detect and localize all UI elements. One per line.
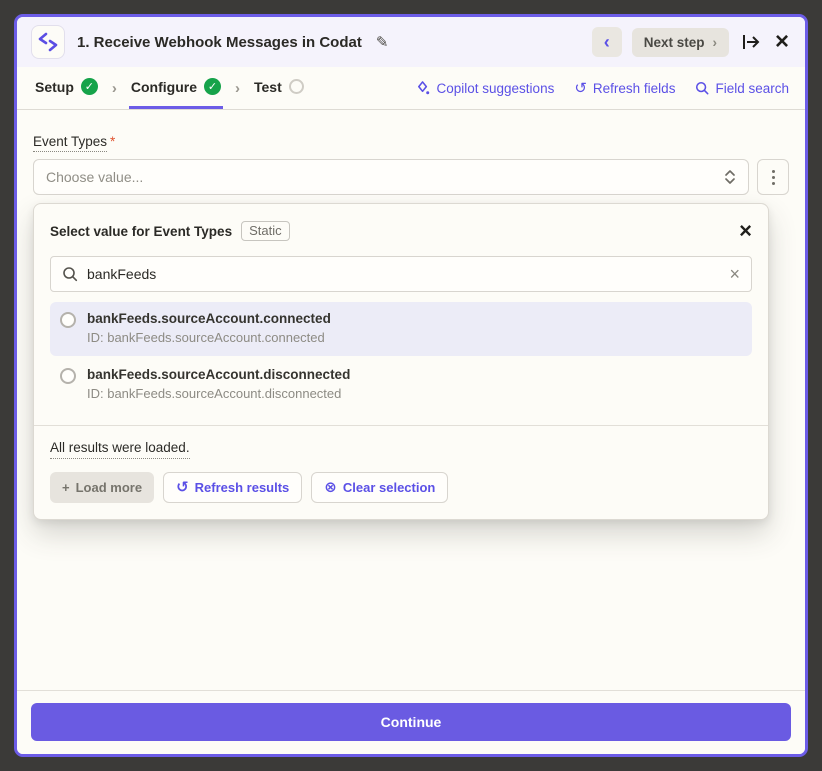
modal-footer-buttons: + Load more ↺ Refresh results ⊗ Clear se… <box>50 472 752 503</box>
option-label: bankFeeds.sourceAccount.connected <box>87 310 331 329</box>
close-icon: × <box>775 30 789 54</box>
close-icon: × <box>739 218 752 243</box>
modal-header: Select value for Event Types Static × <box>34 204 768 242</box>
codat-logo-icon <box>38 32 58 52</box>
modal-footer: All results were loaded. + Load more ↺ R… <box>34 426 768 519</box>
close-panel-button[interactable]: × <box>773 28 791 56</box>
event-types-field-row: Choose value... <box>33 159 789 195</box>
configure-complete-icon: ✓ <box>204 78 221 95</box>
event-types-dropdown[interactable]: Choose value... <box>33 159 749 195</box>
refresh-fields-button[interactable]: ↺ Refresh fields <box>574 81 675 96</box>
option-label: bankFeeds.sourceAccount.disconnected <box>87 366 350 385</box>
modal-title: Select value for Event Types <box>50 224 232 239</box>
field-options-menu-button[interactable] <box>757 159 789 195</box>
header-actions: ‹ Next step › × <box>592 27 791 57</box>
modal-close-button[interactable]: × <box>739 220 752 242</box>
dots-vertical-icon <box>772 170 775 173</box>
option-search-box: × <box>50 256 752 292</box>
next-step-button[interactable]: Next step › <box>632 28 729 57</box>
option-row-connected[interactable]: bankFeeds.sourceAccount.connected ID: ba… <box>50 302 752 356</box>
search-icon <box>62 266 78 282</box>
select-value-modal: Select value for Event Types Static × × … <box>33 203 769 520</box>
plus-icon: + <box>62 480 70 495</box>
step-title: 1. Receive Webhook Messages in Codat <box>77 34 362 51</box>
field-search-label: Field search <box>715 81 789 96</box>
circle-x-icon: ⊗ <box>324 480 337 495</box>
event-types-label-row: Event Types* <box>33 134 789 152</box>
refresh-icon: ↺ <box>574 81 587 96</box>
tab-setup[interactable]: Setup ✓ <box>33 67 100 109</box>
results-status-text: All results were loaded. <box>50 440 190 459</box>
chevron-right-icon: › <box>712 35 717 50</box>
dropdown-placeholder: Choose value... <box>46 169 143 185</box>
step-header: 1. Receive Webhook Messages in Codat ✎ ‹… <box>17 17 805 67</box>
tab-action-links: Copilot suggestions ↺ Refresh fields Fie… <box>416 67 790 109</box>
search-icon <box>695 81 709 95</box>
static-badge: Static <box>241 221 290 241</box>
clear-selection-button[interactable]: ⊗ Clear selection <box>311 472 448 503</box>
sparkle-icon <box>416 81 431 96</box>
event-types-label: Event Types <box>33 134 107 152</box>
option-list: bankFeeds.sourceAccount.connected ID: ba… <box>50 302 752 411</box>
option-id: ID: bankFeeds.sourceAccount.connected <box>87 329 331 348</box>
refresh-results-label: Refresh results <box>195 480 290 495</box>
next-step-label: Next step <box>644 35 705 50</box>
option-id: ID: bankFeeds.sourceAccount.disconnected <box>87 385 350 404</box>
setup-complete-icon: ✓ <box>81 78 98 95</box>
load-more-label: Load more <box>76 480 142 495</box>
refresh-results-button[interactable]: ↺ Refresh results <box>163 472 302 503</box>
tab-test[interactable]: Test <box>252 67 306 109</box>
tab-separator-icon: › <box>112 67 117 109</box>
option-row-disconnected[interactable]: bankFeeds.sourceAccount.disconnected ID:… <box>50 358 752 412</box>
chevron-up-down-icon <box>724 169 736 185</box>
radio-unselected-icon[interactable] <box>60 368 76 384</box>
collapse-right-icon <box>741 33 761 51</box>
codat-app-icon <box>31 25 65 59</box>
configure-content: Event Types* Choose value... Select valu… <box>17 110 805 690</box>
step-tabs: Setup ✓ › Configure ✓ › Test Copilot sug… <box>17 67 805 110</box>
tab-separator-icon: › <box>235 67 240 109</box>
option-search-input[interactable] <box>87 266 720 282</box>
panel-footer: Continue <box>17 690 805 754</box>
field-search-button[interactable]: Field search <box>695 81 789 96</box>
continue-button[interactable]: Continue <box>31 703 791 741</box>
step-editor-panel: 1. Receive Webhook Messages in Codat ✎ ‹… <box>14 14 808 757</box>
copilot-suggestions-label: Copilot suggestions <box>437 81 555 96</box>
test-incomplete-icon <box>289 79 304 94</box>
required-marker: * <box>110 134 115 149</box>
collapse-panel-button[interactable] <box>739 31 763 53</box>
close-icon: × <box>729 264 740 284</box>
clear-search-button[interactable]: × <box>729 265 740 283</box>
radio-unselected-icon[interactable] <box>60 312 76 328</box>
chevron-left-icon: ‹ <box>604 33 610 51</box>
refresh-icon: ↺ <box>176 480 189 495</box>
refresh-fields-label: Refresh fields <box>593 81 676 96</box>
copilot-suggestions-button[interactable]: Copilot suggestions <box>416 81 555 96</box>
edit-title-icon[interactable]: ✎ <box>376 33 389 51</box>
tab-test-label: Test <box>254 79 282 95</box>
load-more-button[interactable]: + Load more <box>50 472 154 503</box>
tab-setup-label: Setup <box>35 79 74 95</box>
clear-selection-label: Clear selection <box>343 480 436 495</box>
tab-configure[interactable]: Configure ✓ <box>129 67 223 109</box>
tab-configure-label: Configure <box>131 79 197 95</box>
previous-step-button[interactable]: ‹ <box>592 27 622 57</box>
